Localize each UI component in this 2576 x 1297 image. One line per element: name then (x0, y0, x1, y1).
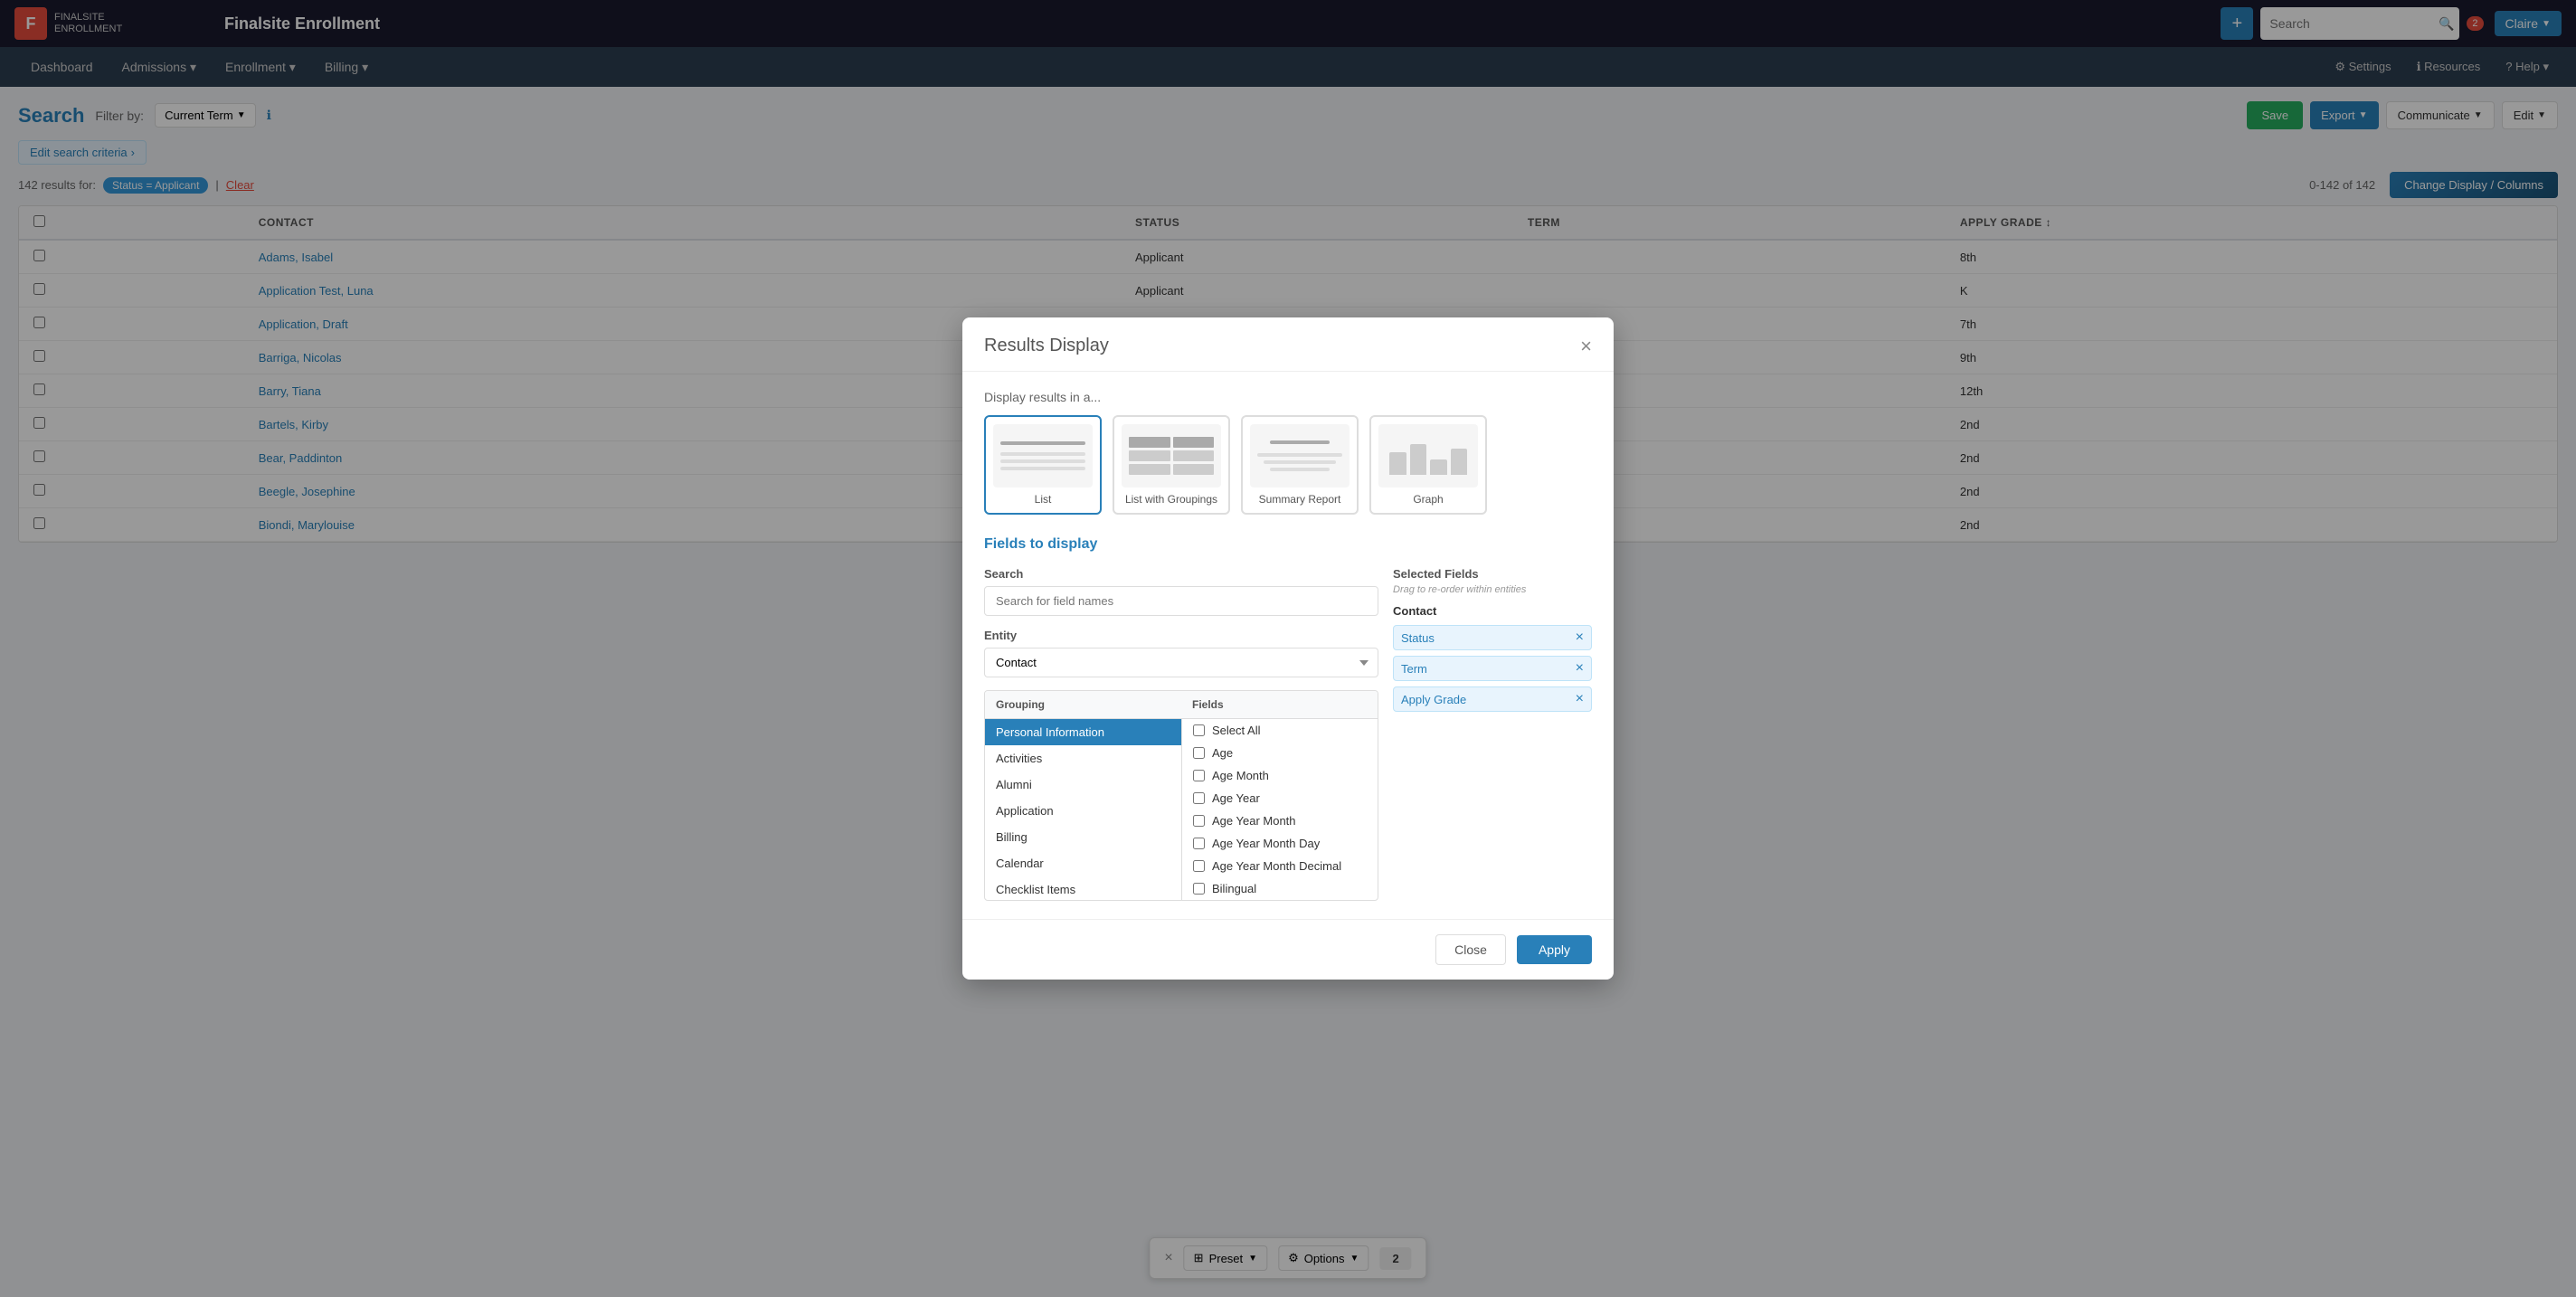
grouping-fields-panel: Grouping Personal InformationActivitiesA… (984, 690, 1378, 901)
grouping-list-item[interactable]: Personal Information (985, 719, 1181, 745)
fields-layout: Search Entity Contact Application Billin… (984, 567, 1592, 901)
field-label: Age (1212, 746, 1233, 760)
modal-apply-button[interactable]: Apply (1517, 935, 1592, 964)
field-search-input[interactable] (984, 586, 1378, 616)
fields-section-title: Fields to display (984, 536, 1592, 553)
grouping-list-item[interactable]: Application (985, 798, 1181, 824)
entity-label: Entity (984, 629, 1378, 642)
display-in-label: Display results in a... (984, 390, 1592, 404)
field-checkbox[interactable] (1193, 883, 1205, 895)
field-list-item[interactable]: Age Year (1182, 787, 1378, 809)
grouping-list-item[interactable]: Activities (985, 745, 1181, 772)
grouping-list-item[interactable]: Checklist Items (985, 876, 1181, 900)
remove-field-button[interactable]: × (1576, 692, 1584, 706)
display-type-summary-report[interactable]: Summary Report (1241, 415, 1359, 515)
modal-header: Results Display × (962, 317, 1614, 372)
selected-field-tag: Apply Grade × (1393, 686, 1592, 712)
field-checkbox[interactable] (1193, 815, 1205, 827)
grouping-header: Grouping (985, 691, 1181, 719)
field-label: Age Year Month (1212, 814, 1296, 828)
field-list-item[interactable]: Age Month (1182, 764, 1378, 787)
list-groupings-preview-icon (1122, 424, 1221, 488)
modal-close-btn[interactable]: Close (1435, 934, 1506, 965)
modal-title: Results Display (984, 336, 1109, 356)
field-list-item[interactable]: Bilingual (1182, 877, 1378, 900)
grouping-column: Grouping Personal InformationActivitiesA… (985, 691, 1181, 900)
field-list-item[interactable]: Age (1182, 742, 1378, 764)
field-label: Age Month (1212, 769, 1269, 782)
field-list-item[interactable]: Select All (1182, 719, 1378, 742)
list-groupings-label: List with Groupings (1122, 493, 1221, 506)
field-list-item[interactable]: Age Year Month Decimal (1182, 855, 1378, 877)
summary-report-preview-icon (1250, 424, 1350, 488)
selected-fields-title: Selected Fields (1393, 567, 1592, 581)
field-checkbox[interactable] (1193, 747, 1205, 759)
display-type-list-groupings[interactable]: List with Groupings (1113, 415, 1230, 515)
selected-section-contact: Contact (1393, 604, 1592, 618)
entity-select[interactable]: Contact Application Billing Activities (984, 648, 1378, 677)
field-label: Select All (1212, 724, 1260, 737)
selected-fields-subtitle: Drag to re-order within entities (1393, 584, 1592, 595)
display-types-row: List List with Groupings (984, 415, 1592, 515)
selected-field-label: Term (1401, 662, 1427, 676)
selected-field-label: Apply Grade (1401, 693, 1466, 706)
field-label: Age Year Month Day (1212, 837, 1320, 850)
field-label: Age Year (1212, 791, 1260, 805)
field-label: Bilingual (1212, 882, 1256, 895)
results-display-modal: Results Display × Display results in a..… (962, 317, 1614, 980)
field-checkbox[interactable] (1193, 838, 1205, 849)
field-checkbox[interactable] (1193, 860, 1205, 872)
field-list-item[interactable]: Age Year Month (1182, 809, 1378, 832)
remove-field-button[interactable]: × (1576, 661, 1584, 676)
selected-tags-list: Status × Term × Apply Grade × (1393, 625, 1592, 712)
selected-field-label: Status (1401, 631, 1435, 645)
search-label: Search (984, 567, 1378, 581)
field-checkbox[interactable] (1193, 770, 1205, 781)
display-type-graph[interactable]: Graph (1369, 415, 1487, 515)
graph-label: Graph (1378, 493, 1478, 506)
field-label: Age Year Month Decimal (1212, 859, 1341, 873)
list-preview-icon (993, 424, 1093, 488)
modal-body: Display results in a... List (962, 372, 1614, 919)
fields-header: Fields (1181, 691, 1378, 719)
display-type-list[interactable]: List (984, 415, 1102, 515)
grouping-list-item[interactable]: Billing (985, 824, 1181, 850)
summary-report-label: Summary Report (1250, 493, 1350, 506)
modal-overlay: Results Display × Display results in a..… (0, 0, 2576, 1297)
selected-field-tag: Term × (1393, 656, 1592, 681)
fields-right-panel: Selected Fields Drag to re-order within … (1393, 567, 1592, 901)
modal-close-button[interactable]: × (1580, 336, 1592, 356)
remove-field-button[interactable]: × (1576, 630, 1584, 645)
grouping-list: Personal InformationActivitiesAlumniAppl… (985, 719, 1181, 900)
fields-left-panel: Search Entity Contact Application Billin… (984, 567, 1378, 901)
selected-field-tag: Status × (1393, 625, 1592, 650)
graph-preview-icon (1378, 424, 1478, 488)
grouping-list-item[interactable]: Alumni (985, 772, 1181, 798)
field-checkbox[interactable] (1193, 792, 1205, 804)
list-label: List (993, 493, 1093, 506)
fields-list: Select All Age Age Month Age Year Age Ye… (1181, 719, 1378, 900)
grouping-list-item[interactable]: Calendar (985, 850, 1181, 876)
field-list-item[interactable]: Age Year Month Day (1182, 832, 1378, 855)
fields-column: Fields Select All Age Age Month Age Year… (1181, 691, 1378, 900)
field-checkbox[interactable] (1193, 724, 1205, 736)
modal-footer: Close Apply (962, 919, 1614, 980)
